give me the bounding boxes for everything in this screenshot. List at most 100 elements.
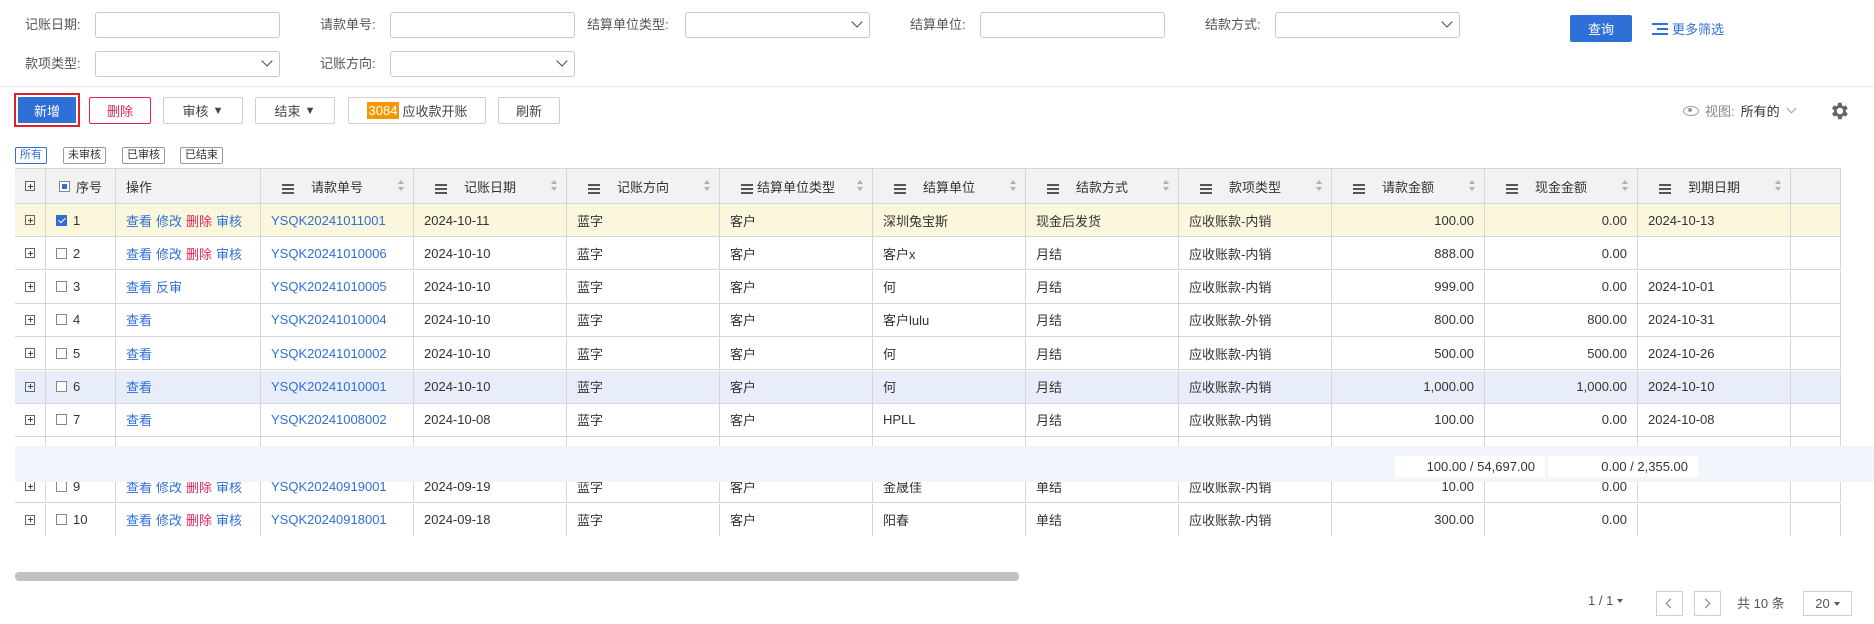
sort-icon[interactable] — [1469, 180, 1476, 193]
column-menu-icon[interactable] — [282, 184, 294, 194]
cell-no[interactable]: YSQK20241010005 — [261, 270, 414, 303]
direction-select[interactable] — [390, 51, 575, 77]
cell-no[interactable]: YSQK20241010001 — [261, 370, 414, 403]
row-checkbox[interactable] — [56, 247, 67, 259]
cell-value[interactable]: YSQK20240918001 — [271, 512, 387, 527]
column-menu-icon[interactable] — [894, 184, 906, 194]
row-checkbox[interactable] — [56, 480, 67, 492]
status-tab-all[interactable]: 所有 — [15, 147, 47, 164]
table-row[interactable]: 1 查看 修改 删除 审核 YSQK20241011001 2024-10-11 蓝字 客户 深圳… — [15, 204, 1841, 237]
posting-date-input[interactable] — [95, 12, 280, 38]
add-button[interactable]: 新增 — [14, 93, 80, 127]
row-checkbox[interactable] — [56, 314, 67, 326]
cell-value[interactable]: YSQK20241010005 — [271, 279, 387, 294]
column-header-10[interactable]: 现金金额 — [1485, 169, 1638, 203]
sort-icon[interactable] — [398, 180, 405, 193]
row-checkbox[interactable] — [56, 381, 67, 392]
row-checkbox[interactable] — [56, 414, 67, 426]
cell-value[interactable]: YSQK20241010004 — [271, 312, 387, 327]
column-header-7[interactable]: 结款方式 — [1026, 169, 1179, 203]
sort-icon[interactable] — [704, 180, 711, 193]
row-checkbox[interactable] — [56, 514, 67, 526]
column-header-9[interactable]: 请款金额 — [1332, 169, 1485, 203]
column-menu-icon[interactable] — [741, 184, 753, 194]
table-row[interactable]: 5 查看 YSQK20241010002 2024-10-10 蓝字 客户 何 月结 应收账款-… — [15, 337, 1841, 371]
column-header-seq[interactable]: 序号 — [46, 169, 116, 203]
seq-cell[interactable]: 7 — [46, 403, 116, 436]
row-action-link[interactable]: 查看 — [126, 277, 152, 296]
page-indicator[interactable]: 1 / 1 — [1588, 593, 1624, 608]
view-selector[interactable]: 视图: 所有的 — [1683, 101, 1797, 120]
table-row[interactable]: 3 查看 反审 YSQK20241010005 2024-10-10 蓝字 客户 何 月结 应收账… — [15, 270, 1841, 304]
cell-value[interactable]: YSQK20241010001 — [271, 379, 387, 394]
row-expand-toggle[interactable] — [15, 303, 46, 336]
seq-cell[interactable]: 10 — [46, 503, 116, 536]
seq-cell[interactable]: 2 — [46, 237, 116, 270]
prev-page-button[interactable] — [1656, 591, 1683, 616]
row-action-link[interactable]: 审核 — [216, 244, 242, 263]
cell-value[interactable]: YSQK20241010006 — [271, 246, 387, 261]
row-action-link[interactable]: 删除 — [186, 510, 212, 529]
cell-no[interactable]: YSQK20240918001 — [261, 503, 414, 536]
status-tab-finished[interactable]: 已结束 — [180, 147, 223, 164]
column-menu-icon[interactable] — [588, 184, 600, 194]
row-action-link[interactable]: 修改 — [156, 244, 182, 263]
sort-icon[interactable] — [1010, 180, 1017, 193]
row-expand-toggle[interactable] — [15, 204, 46, 236]
row-checkbox[interactable] — [56, 347, 67, 359]
column-header-5[interactable]: 结算单位类型 — [720, 169, 873, 203]
row-action-link[interactable]: 查看 — [126, 244, 152, 263]
row-action-link[interactable]: 审核 — [216, 510, 242, 529]
cell-value[interactable]: YSQK20241011001 — [271, 213, 386, 228]
audit-dropdown-button[interactable]: 审核 ▼ — [163, 97, 243, 124]
table-row[interactable]: 7 查看 YSQK20241008002 2024-10-08 蓝字 客户 HPLL 月结 应收… — [15, 403, 1841, 437]
horizontal-scrollbar[interactable] — [15, 572, 1019, 581]
sort-icon[interactable] — [857, 180, 864, 193]
seq-cell[interactable]: 6 — [46, 370, 116, 403]
column-menu-icon[interactable] — [1047, 184, 1059, 194]
status-tab-unaudited[interactable]: 未审核 — [63, 147, 106, 164]
seq-cell[interactable]: 1 — [46, 204, 116, 236]
seq-cell[interactable]: 4 — [46, 303, 116, 336]
column-header-11[interactable]: 到期日期 — [1638, 169, 1791, 203]
row-checkbox[interactable] — [56, 281, 67, 293]
sort-icon[interactable] — [1775, 180, 1782, 193]
row-action-link[interactable]: 查看 — [126, 377, 152, 396]
select-all-checkbox[interactable] — [58, 180, 70, 192]
row-action-link[interactable]: 查看 — [126, 510, 152, 529]
status-tab-audited[interactable]: 已审核 — [122, 147, 165, 164]
row-expand-toggle[interactable] — [15, 237, 46, 270]
finish-dropdown-button[interactable]: 结束 ▼ — [255, 97, 335, 124]
cell-no[interactable]: YSQK20241010006 — [261, 237, 414, 270]
column-header-4[interactable]: 记账方向 — [567, 169, 720, 203]
row-expand-toggle[interactable] — [15, 503, 46, 536]
sort-icon[interactable] — [1622, 180, 1629, 193]
sort-icon[interactable] — [1163, 180, 1170, 193]
table-row[interactable]: 6 查看 YSQK20241010001 2024-10-10 蓝字 客户 何 月结 应收账款-… — [15, 370, 1841, 404]
column-header-8[interactable]: 款项类型 — [1179, 169, 1332, 203]
table-row[interactable]: 10 查看 修改 删除 审核 YSQK20240918001 2024-09-18 蓝字 客户 阳… — [15, 503, 1841, 536]
next-page-button[interactable] — [1694, 591, 1721, 616]
row-action-link[interactable]: 查看 — [126, 211, 152, 230]
row-action-link[interactable]: 审核 — [216, 211, 242, 230]
column-menu-icon[interactable] — [1353, 184, 1365, 194]
row-checkbox[interactable] — [56, 214, 67, 226]
row-action-link[interactable]: 查看 — [126, 410, 152, 429]
column-menu-icon[interactable] — [1659, 184, 1671, 194]
page-size-select[interactable]: 20 — [1803, 591, 1852, 616]
cell-value[interactable]: YSQK20241008002 — [271, 412, 387, 427]
row-action-link[interactable]: 删除 — [186, 211, 212, 230]
receivable-open-button[interactable]: 3084 应收款开账 — [348, 97, 486, 124]
row-expand-toggle[interactable] — [15, 337, 46, 370]
refresh-button[interactable]: 刷新 — [498, 97, 560, 124]
table-row[interactable]: 4 查看 YSQK20241010004 2024-10-10 蓝字 客户 客户lulu 月结… — [15, 303, 1841, 337]
cell-no[interactable]: YSQK20241008002 — [261, 403, 414, 436]
column-header-3[interactable]: 记账日期 — [414, 169, 567, 203]
table-row[interactable]: 2 查看 修改 删除 审核 YSQK20241010006 2024-10-10 蓝字 客户 客户… — [15, 237, 1841, 271]
row-action-link[interactable]: 查看 — [126, 310, 152, 329]
sort-icon[interactable] — [1316, 180, 1323, 193]
request-no-input[interactable] — [390, 12, 575, 38]
seq-cell[interactable]: 3 — [46, 270, 116, 303]
query-button[interactable]: 查询 — [1570, 15, 1632, 42]
row-expand-toggle[interactable] — [15, 370, 46, 403]
